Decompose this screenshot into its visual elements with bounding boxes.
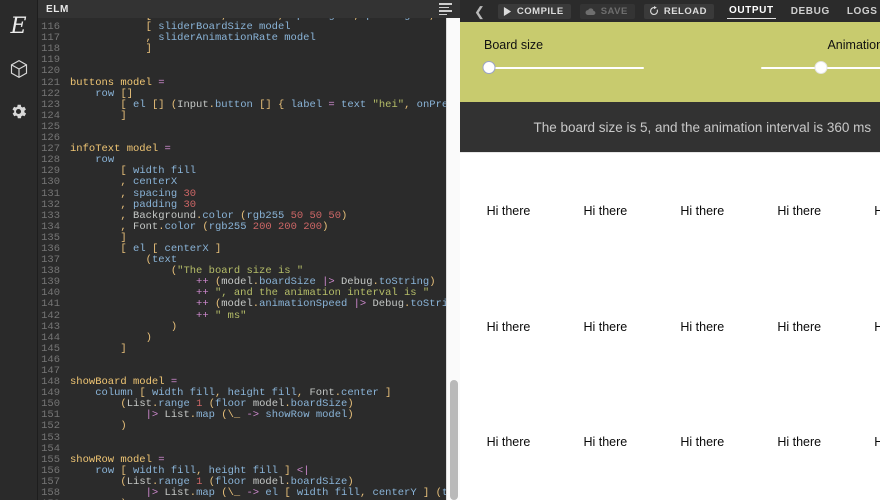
ellie-logo-icon[interactable]: E (0, 6, 38, 48)
animation-speed-slider-thumb[interactable] (814, 61, 828, 74)
cloud-upload-icon (585, 7, 596, 15)
code-line: 130 , centerX (38, 177, 460, 188)
code-line-text: ) (120, 420, 127, 433)
settings-gear-icon[interactable] (0, 90, 38, 132)
line-number: 141 (41, 298, 60, 311)
tab-output[interactable]: OUTPUT (726, 3, 776, 19)
info-bar: The board size is 5, and the animation i… (460, 102, 880, 152)
line-number: 152 (41, 420, 60, 433)
reload-button[interactable]: RELOAD (643, 3, 714, 19)
editor-scrollbar-thumb[interactable] (450, 379, 458, 500)
left-icon-rail: E (0, 0, 38, 500)
board-size-slider-thumb[interactable] (482, 61, 496, 74)
tab-logs[interactable]: LOGS (845, 4, 880, 19)
tab-debug[interactable]: DEBUG (789, 4, 832, 19)
board-size-slider[interactable] (482, 61, 644, 74)
line-number: 121 (41, 76, 60, 89)
packages-icon[interactable] (0, 48, 38, 90)
board-cell: Hi there (848, 320, 880, 334)
code-editor-pane: ELM 115 row [ width fill, centerX, spaci… (38, 0, 460, 500)
code-line-text: ++ " ms" (196, 309, 247, 322)
ellie-logo-glyph: E (10, 14, 27, 39)
code-line: 146 (38, 354, 460, 366)
code-line: 141 ++ (model.animationSpeed |> Debug.to… (38, 299, 460, 310)
compile-button[interactable]: COMPILE (497, 3, 571, 19)
board-size-control: Board size (482, 38, 644, 74)
board-cell: Hi there (680, 203, 725, 218)
editor-tab-elm[interactable]: ELM (46, 4, 69, 15)
compile-button-label: COMPILE (516, 5, 564, 17)
board-size-label: Board size (484, 38, 544, 52)
chevron-left-icon[interactable]: ❮ (470, 5, 489, 18)
line-number: 153 (41, 431, 60, 444)
code-line: 131 , spacing 30 (38, 187, 460, 200)
save-button[interactable]: SAVE (579, 3, 635, 19)
code-line: 145 ] (38, 342, 460, 355)
code-line-text: ++ (model.animationSpeed |> Debug.toStri… (196, 298, 460, 311)
board-cell: Hi there (680, 319, 725, 334)
code-line-text: ] (120, 109, 127, 122)
board-grid: Hi there Hi there Hi there Hi there Hi there… (460, 152, 880, 500)
code-line: 142 ++ " ms" (38, 309, 460, 322)
board-cell: Hi there (583, 203, 628, 218)
board-row: Hi there Hi there Hi there Hi there Hi there (460, 269, 880, 385)
reload-button-label: RELOAD (663, 5, 707, 17)
refresh-icon (649, 6, 658, 15)
board-cell: Hi there (848, 204, 880, 218)
board-size-slider-track (484, 66, 644, 69)
save-button-label: SAVE (600, 5, 628, 17)
board-row: Hi there Hi there Hi there Hi there Hi there (460, 153, 880, 269)
board-cell: Hi there (777, 319, 822, 334)
board-cell: Hi there (848, 435, 880, 449)
code-line-text: ] (145, 43, 152, 56)
code-line-text: ] (120, 342, 127, 355)
board-cell: Hi there (680, 435, 725, 450)
board-cell: Hi there (583, 435, 628, 450)
controls-panel: Board size Animation speed (460, 22, 880, 102)
animation-speed-slider[interactable] (760, 61, 880, 74)
code-line: 119 (38, 55, 460, 66)
board-row: Hi there Hi there Hi there Hi there Hi there (460, 384, 880, 500)
code-line: 152 ) (38, 421, 460, 432)
animation-speed-control: Animation speed (760, 38, 880, 74)
code-line: 118 ] (38, 44, 460, 55)
line-number: 120 (41, 65, 60, 78)
code-text-area[interactable]: 115 row [ width fill, centerX, spacing 3… (38, 18, 460, 500)
output-pane: ❮ COMPILE SAVE RELOAD OUTPUT DEBUG LOGS … (460, 0, 880, 500)
board-cell: Hi there (486, 435, 531, 450)
code-line: 124 ] (38, 109, 460, 122)
editor-header: ELM (38, 0, 460, 18)
board-cell: Hi there (486, 319, 531, 334)
board-cell: Hi there (777, 203, 822, 218)
play-icon (503, 6, 512, 16)
board-cell: Hi there (486, 203, 531, 218)
animation-speed-label: Animation speed (827, 38, 880, 52)
line-number: 130 (41, 176, 60, 189)
board-cell: Hi there (583, 319, 628, 334)
line-number: 142 (41, 309, 60, 322)
output-toolbar: ❮ COMPILE SAVE RELOAD OUTPUT DEBUG LOGS … (460, 0, 880, 22)
editor-vertical-scrollbar[interactable] (446, 18, 460, 500)
info-bar-text: The board size is 5, and the animation i… (533, 119, 872, 135)
board-cell: Hi there (777, 435, 822, 450)
code-line: 153 (38, 431, 460, 444)
line-number: 131 (41, 187, 60, 200)
code-lines-container: 115 row [ width fill, centerX, spacing 3… (38, 18, 460, 500)
lines-menu-icon[interactable] (439, 3, 452, 15)
code-line: 125 (38, 121, 460, 133)
